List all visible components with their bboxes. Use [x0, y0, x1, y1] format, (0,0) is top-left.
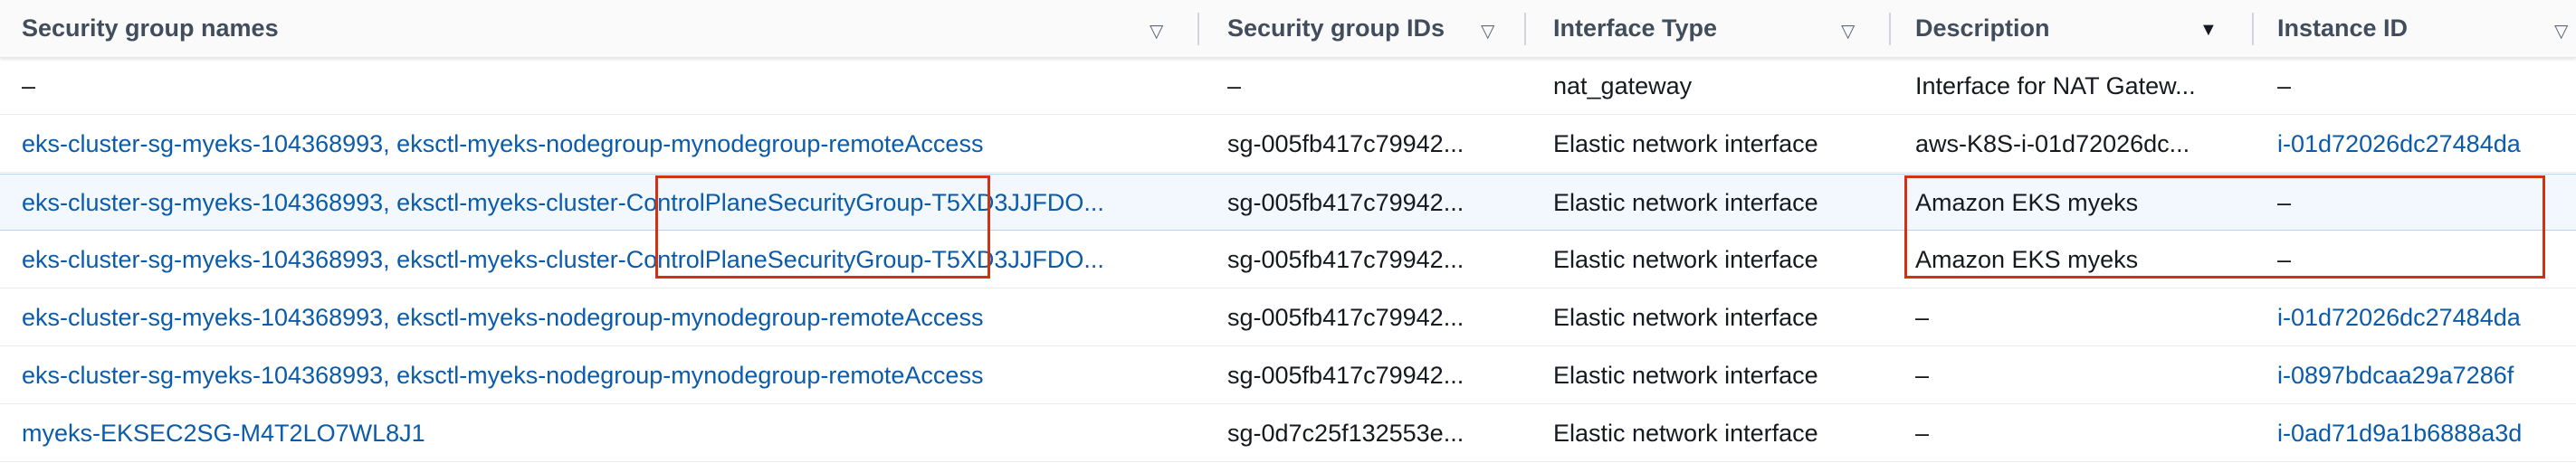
instance-id-cell: –: [2277, 188, 2292, 216]
security-group-names-cell[interactable]: eks-cluster-sg-myeks-104368993, eksctl-m…: [22, 289, 1168, 345]
instance-id-cell[interactable]: i-0897bdcaa29a7286f: [2277, 347, 2558, 403]
table-row[interactable]: eks-cluster-sg-myeks-104368993, eksctl-m…: [0, 174, 2576, 231]
column-header-security-group-names[interactable]: Security group names ▽: [22, 0, 1189, 57]
sort-icon[interactable]: ▽: [2554, 20, 2568, 43]
sort-icon[interactable]: ▽: [1481, 20, 1494, 43]
description-cell: –: [1915, 361, 1930, 389]
column-resizer[interactable]: [1889, 13, 1891, 45]
security-group-names-cell[interactable]: eks-cluster-sg-myeks-104368993, eksctl-m…: [22, 116, 1168, 172]
instance-id-cell: –: [2277, 71, 2292, 99]
description-cell: aws-K8S-i-01d72026dc...: [1915, 129, 2190, 157]
description-cell: Amazon EKS myeks: [1915, 188, 2139, 216]
table-row[interactable]: – – nat_gateway Interface for NAT Gatew... –: [0, 58, 2576, 115]
table-row[interactable]: eks-cluster-sg-myeks-104368993, eksctl-m…: [0, 232, 2576, 288]
table-row[interactable]: myeks-EKSEC2SG-M4T2LO7WL8J1 sg-0d7c25f132…: [0, 405, 2576, 462]
sort-descending-icon[interactable]: ▼: [2199, 20, 2218, 41]
interface-type-cell: Elastic network interface: [1553, 245, 1818, 273]
security-group-names-cell[interactable]: eks-cluster-sg-myeks-104368993, eksctl-m…: [22, 347, 1168, 403]
security-group-ids-cell: sg-005fb417c79942...: [1227, 303, 1465, 331]
security-group-ids-cell: sg-005fb417c79942...: [1227, 129, 1465, 157]
security-group-ids-cell: sg-005fb417c79942...: [1227, 188, 1465, 216]
security-group-ids-cell: sg-005fb417c79942...: [1227, 361, 1465, 389]
security-group-ids-cell: sg-005fb417c79942...: [1227, 245, 1465, 273]
description-cell: –: [1915, 419, 1930, 447]
description-cell: Interface for NAT Gatew...: [1915, 71, 2196, 99]
column-resizer[interactable]: [1524, 13, 1526, 45]
column-resizer[interactable]: [2252, 13, 2254, 45]
interface-type-cell: Elastic network interface: [1553, 419, 1818, 447]
security-group-names-cell[interactable]: eks-cluster-sg-myeks-104368993, eksctl-m…: [22, 175, 1168, 231]
interface-type-cell: Elastic network interface: [1553, 188, 1818, 216]
column-resizer[interactable]: [1197, 13, 1199, 45]
instance-id-cell[interactable]: i-0ad71d9a1b6888a3d: [2277, 405, 2558, 461]
interface-type-cell: Elastic network interface: [1553, 361, 1818, 389]
security-group-names-cell[interactable]: eks-cluster-sg-myeks-104368993, eksctl-m…: [22, 232, 1168, 288]
instance-id-cell: –: [2277, 245, 2292, 273]
column-label: Description: [1915, 14, 2050, 42]
description-cell: –: [1915, 303, 1930, 331]
sort-icon[interactable]: ▽: [1841, 20, 1855, 43]
table-row[interactable]: eks-cluster-sg-myeks-104368993, eksctl-m…: [0, 116, 2576, 173]
interface-type-cell: Elastic network interface: [1553, 303, 1818, 331]
column-label: Instance ID: [2277, 14, 2409, 42]
column-header-instance-id[interactable]: Instance ID ▽: [2277, 0, 2576, 57]
interface-type-cell: nat_gateway: [1553, 71, 1693, 99]
description-cell: Amazon EKS myeks: [1915, 245, 2139, 273]
table-row[interactable]: eks-cluster-sg-myeks-104368993, eksctl-m…: [0, 347, 2576, 404]
column-header-interface-type[interactable]: Interface Type ▽: [1553, 0, 1879, 57]
security-group-ids-cell: sg-0d7c25f132553e...: [1227, 419, 1465, 447]
column-label: Security group IDs: [1227, 14, 1445, 42]
column-header-security-group-ids[interactable]: Security group IDs ▽: [1227, 0, 1517, 57]
column-header-description[interactable]: Description ▼: [1915, 0, 2241, 57]
column-label: Interface Type: [1553, 14, 1718, 42]
column-label: Security group names: [22, 14, 279, 42]
table-row[interactable]: eks-cluster-sg-myeks-104368993, eksctl-m…: [0, 289, 2576, 346]
instance-id-cell[interactable]: i-01d72026dc27484da: [2277, 116, 2558, 172]
instance-id-cell[interactable]: i-01d72026dc27484da: [2277, 289, 2558, 345]
interface-type-cell: Elastic network interface: [1553, 129, 1818, 157]
table-header: Security group names ▽ Security group ID…: [0, 0, 2576, 58]
sort-icon[interactable]: ▽: [1150, 20, 1163, 43]
security-group-ids-cell: –: [1227, 71, 1242, 99]
security-group-names-cell[interactable]: myeks-EKSEC2SG-M4T2LO7WL8J1: [22, 405, 1168, 461]
security-group-names-cell: –: [22, 71, 36, 99]
